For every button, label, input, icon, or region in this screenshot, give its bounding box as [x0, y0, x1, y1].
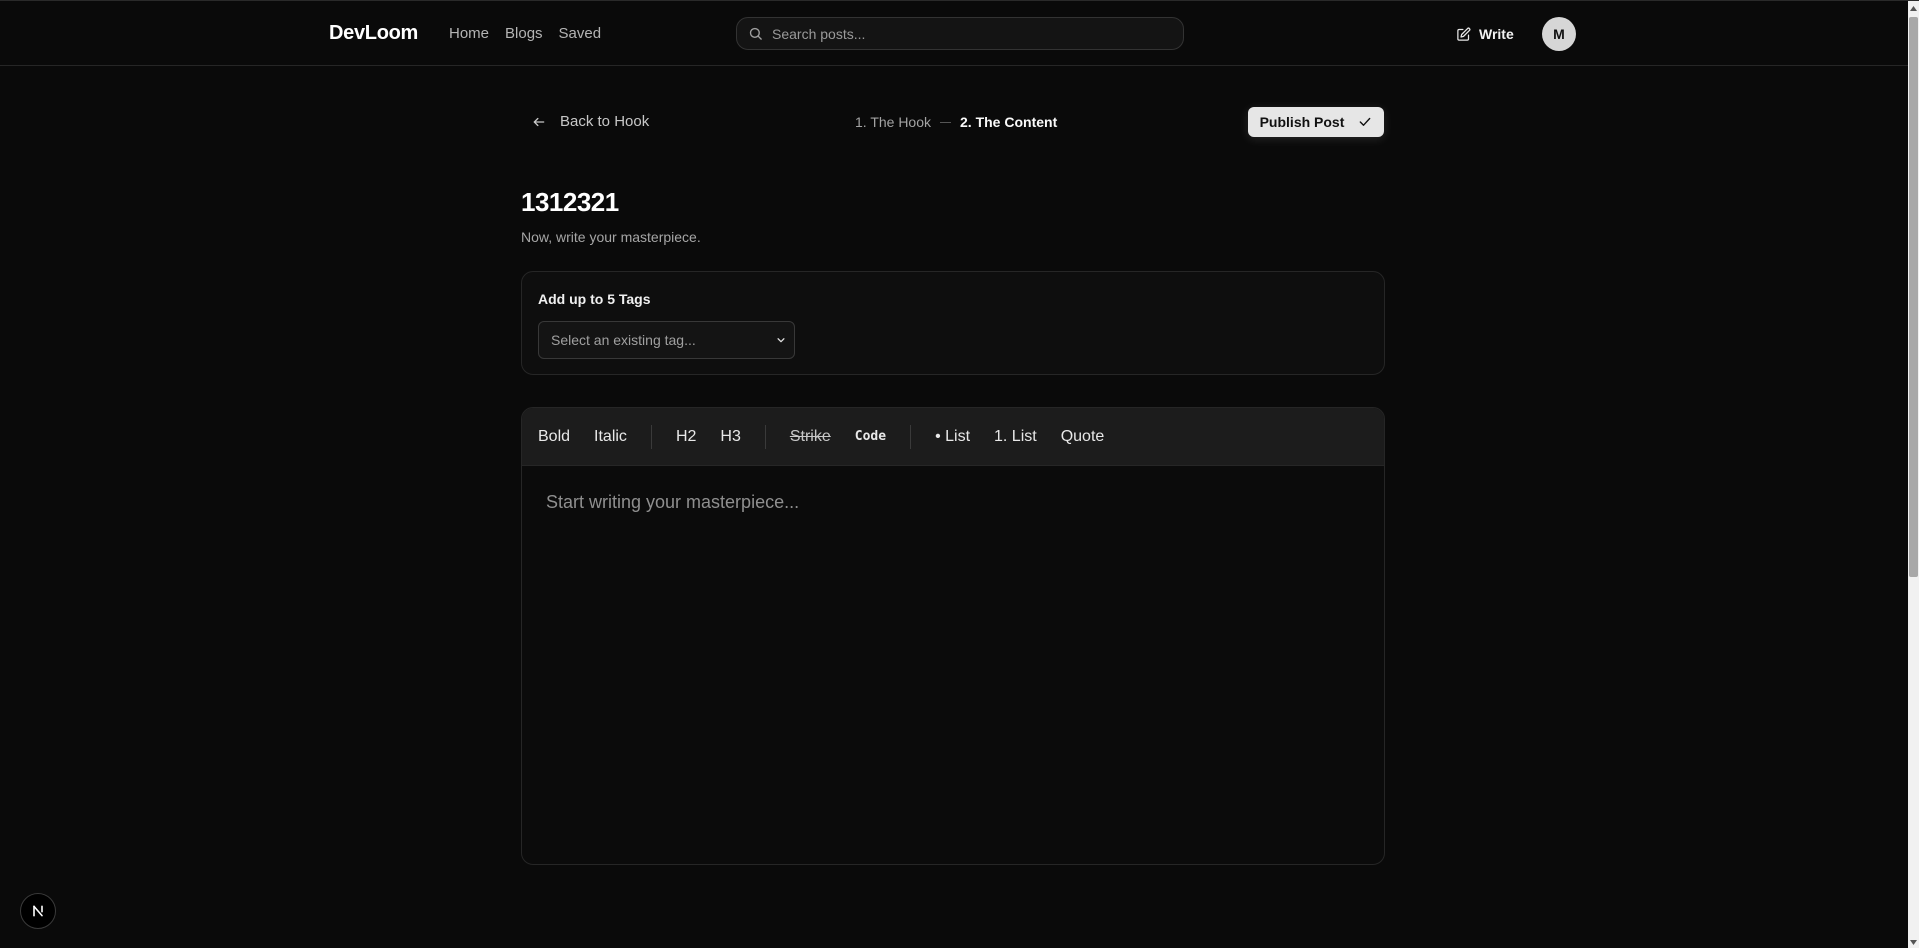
h3-button[interactable]: H3 [720, 428, 740, 446]
write-label: Write [1479, 26, 1514, 42]
page-scrollbar[interactable] [1908, 1, 1919, 948]
tags-label: Add up to 5 Tags [538, 291, 651, 307]
h2-button[interactable]: H2 [676, 428, 696, 446]
page: DevLoom Home Blogs Saved Write M Back to… [0, 0, 1919, 948]
tags-card: Add up to 5 Tags Select an existing tag.… [521, 271, 1385, 375]
content-editor: Bold Italic H2 H3 Strike Code • List 1. … [521, 407, 1385, 865]
nav-link-blogs[interactable]: Blogs [505, 25, 543, 42]
toolbar-divider [910, 424, 912, 449]
back-to-hook-link[interactable]: Back to Hook [532, 113, 649, 130]
post-subtitle: Now, write your masterpiece. [521, 229, 701, 245]
write-button[interactable]: Write [1456, 23, 1514, 45]
bullet-list-button[interactable]: • List [935, 428, 970, 446]
main-nav: Home Blogs Saved [449, 25, 601, 42]
dev-tools-badge[interactable] [20, 893, 56, 929]
quote-button[interactable]: Quote [1061, 428, 1105, 446]
nav-link-saved[interactable]: Saved [559, 25, 602, 42]
check-icon [1360, 117, 1371, 126]
step-divider [940, 121, 952, 123]
toolbar-divider [764, 424, 766, 449]
scroll-up-arrow-icon[interactable] [1908, 1, 1919, 15]
ordered-list-button[interactable]: 1. List [994, 428, 1037, 446]
bold-button[interactable]: Bold [538, 428, 570, 446]
search-icon [749, 27, 762, 40]
n-logo-icon [33, 905, 43, 917]
nav-link-home[interactable]: Home [449, 25, 489, 42]
edit-icon [1457, 27, 1471, 41]
search-box[interactable] [736, 17, 1184, 50]
step-content: 2. The Content [960, 114, 1058, 130]
brand-logo[interactable]: DevLoom [329, 22, 418, 45]
top-navbar: DevLoom Home Blogs Saved Write M [0, 1, 1908, 66]
italic-button[interactable]: Italic [594, 428, 627, 446]
code-button[interactable]: Code [855, 429, 886, 444]
scroll-down-arrow-icon[interactable] [1908, 935, 1919, 948]
tag-select[interactable]: Select an existing tag... [538, 321, 795, 359]
editor-toolbar: Bold Italic H2 H3 Strike Code • List 1. … [522, 408, 1384, 466]
toolbar-divider [650, 424, 652, 449]
back-label: Back to Hook [560, 113, 650, 130]
arrow-left-icon [533, 117, 545, 126]
strike-button[interactable]: Strike [790, 428, 831, 446]
publish-label: Publish Post [1259, 114, 1345, 130]
step-indicator: 1. The Hook 2. The Content [855, 114, 1057, 130]
scrollbar-thumb[interactable] [1909, 17, 1918, 577]
user-avatar[interactable]: M [1542, 17, 1576, 51]
search-input[interactable] [772, 18, 1183, 49]
editor-content-area[interactable]: Start writing your masterpiece... [546, 492, 1360, 844]
publish-post-button[interactable]: Publish Post [1248, 107, 1384, 137]
step-hook[interactable]: 1. The Hook [855, 114, 931, 130]
tag-select-value: Select an existing tag... [551, 332, 696, 348]
chevron-down-icon [777, 338, 785, 343]
post-title: 1312321 [521, 187, 619, 217]
